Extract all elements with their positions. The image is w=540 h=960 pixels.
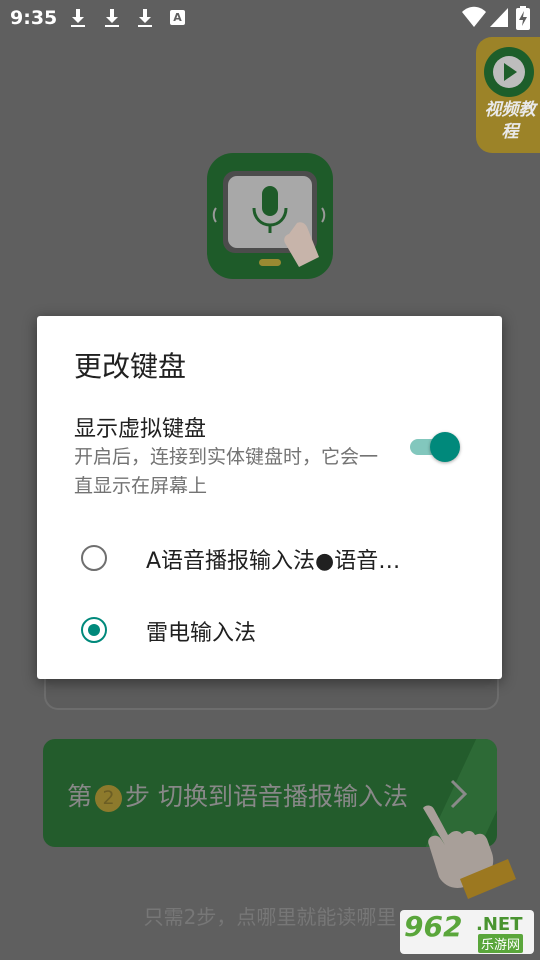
watermark-number: 962 — [404, 910, 463, 943]
show-virtual-keyboard-summary: 开启后，连接到实体键盘时，它会一直显示在屏幕上 — [74, 446, 379, 497]
play-icon — [484, 47, 534, 97]
download-icon — [105, 9, 119, 27]
battery-charging-icon — [516, 6, 530, 30]
status-time: 9:35 — [10, 7, 58, 29]
step-action: 切换到语音播报输入法 — [157, 782, 408, 811]
input-method-option[interactable]: 雷电输入法 — [37, 597, 502, 667]
watermark-site-name: 乐游网 — [478, 934, 524, 953]
keyboard-notification-icon: A — [170, 10, 185, 25]
switch-thumb — [430, 432, 460, 462]
video-tutorial-button[interactable]: 视频教程 — [476, 37, 540, 153]
step-suffix: 步 — [125, 782, 151, 811]
watermark-domain: .NET — [476, 914, 523, 935]
download-icon — [71, 9, 85, 27]
show-virtual-keyboard-switch[interactable] — [410, 430, 464, 464]
video-tutorial-label: 视频教程 — [484, 100, 536, 142]
status-bar: 9:35 A — [0, 0, 540, 36]
show-virtual-keyboard-label: 显示虚拟键盘 — [74, 417, 207, 442]
step-text: 第2步 切换到语音播报输入法 — [67, 777, 408, 813]
watermark-logo: 962 .NET 乐游网 — [400, 906, 536, 956]
radio-dot — [88, 624, 100, 636]
input-method-label: A语音播报输入法●语音… — [146, 549, 401, 574]
dialog-title: 更改键盘 — [74, 350, 187, 383]
step-number-badge: 2 — [95, 784, 123, 812]
change-keyboard-dialog: 更改键盘 显示虚拟键盘 开启后，连接到实体键盘时，它会一直显示在屏幕上 A语音播… — [37, 316, 502, 679]
app-logo — [207, 153, 333, 279]
wifi-icon — [462, 6, 486, 27]
radio-button-checked[interactable] — [81, 617, 107, 643]
download-icon — [138, 9, 152, 27]
step-prefix: 第 — [67, 782, 93, 811]
input-method-option[interactable]: A语音播报输入法●语音… — [37, 525, 502, 595]
pointing-hand-icon — [423, 805, 516, 899]
input-method-label: 雷电输入法 — [146, 621, 257, 646]
cellular-signal-icon — [490, 8, 508, 27]
radio-button-unchecked[interactable] — [81, 545, 107, 571]
